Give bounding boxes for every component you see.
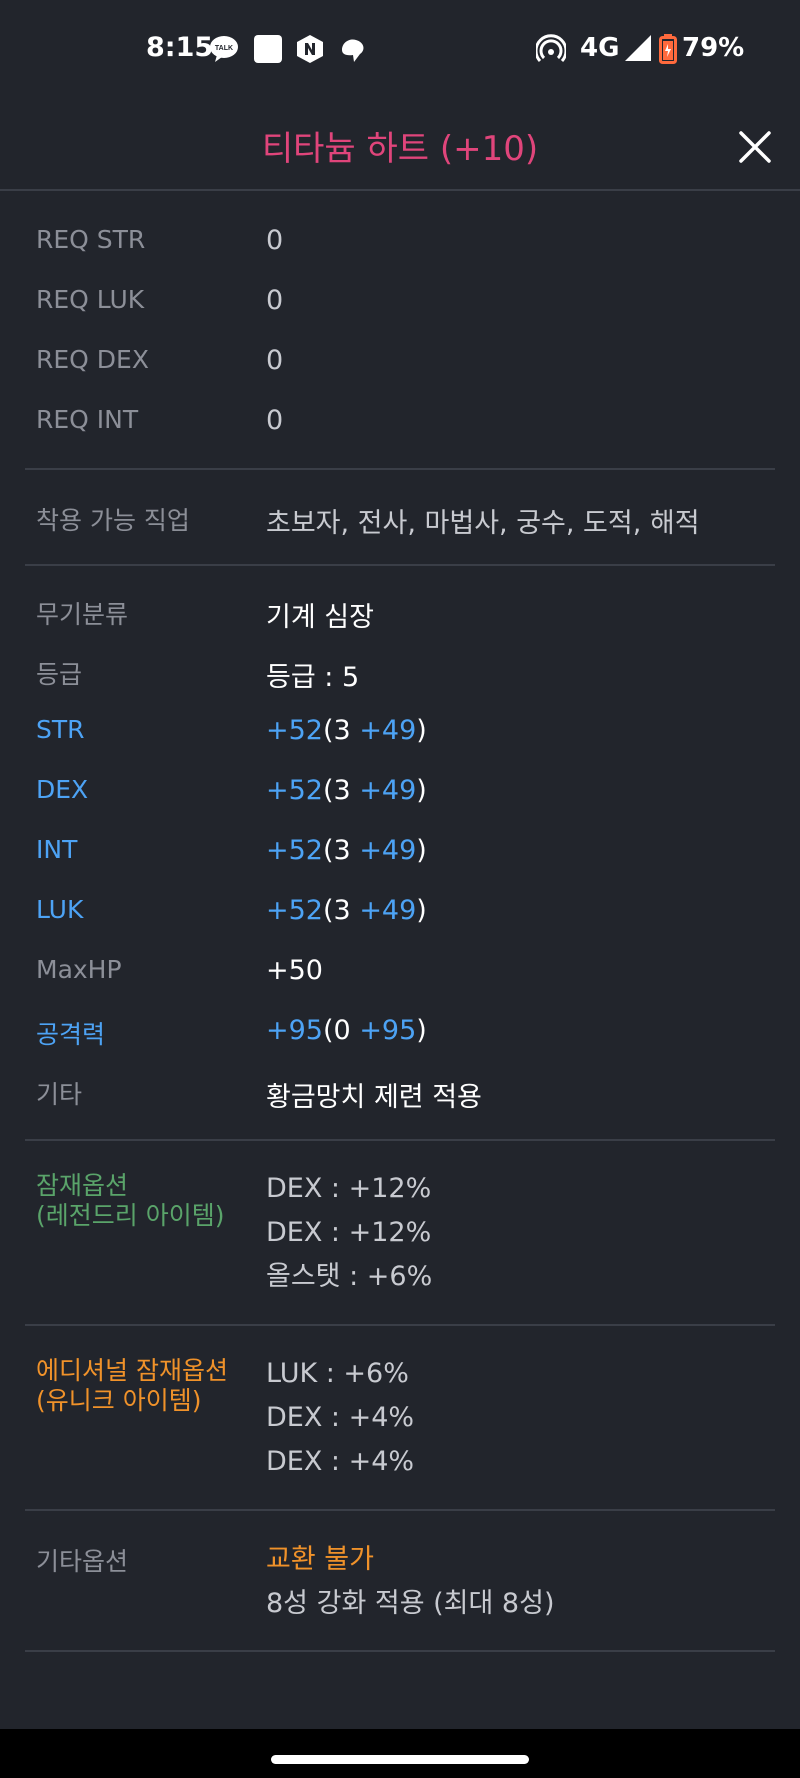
etc-label: 기타 [36,1080,83,1109]
potential-label: 잠재옵션 (레전드리 아이템) [36,1171,225,1230]
divider [25,468,775,470]
divider [25,564,775,566]
stat-label: INT [36,835,78,864]
additional-line: LUK : +6% [266,1358,409,1389]
talk-icon: TALK [209,34,239,64]
category-label: 무기분류 [36,600,129,629]
naver-icon [295,34,325,64]
divider [25,1324,775,1326]
divider [25,1139,775,1141]
maxhp-label: MaxHP [36,955,122,984]
additional-line: DEX : +4% [266,1402,415,1433]
system-nav-bar [0,1729,800,1778]
stat-value: +52(3 +49) [266,895,427,926]
req-value: 0 [266,285,284,316]
home-gesture-handle[interactable] [271,1755,529,1764]
jobs-label: 착용 가능 직업 [36,506,190,535]
other-options-values: 교환 불가 8성 강화 적용 (최대 8성) [266,1538,554,1626]
req-value: 0 [266,345,284,376]
network-type: 4G [580,33,620,63]
star-force: 8성 강화 적용 (최대 8성) [266,1588,555,1619]
etc-value: 황금망치 제련 적용 [266,1082,482,1113]
req-value: 0 [266,405,284,436]
signal-icon [624,34,654,64]
trade-status: 교환 불가 [266,1544,374,1575]
req-label: REQ DEX [36,345,149,374]
additional-line: DEX : +4% [266,1446,415,1477]
potential-line: DEX : +12% [266,1173,432,1204]
divider [25,1509,775,1511]
divider [25,1650,775,1652]
item-detail-scroll[interactable]: REQ STR 0 REQ LUK 0 REQ DEX 0 REQ INT 0 … [0,191,800,1729]
additional-label: 에디셔널 잠재옵션 (유니크 아이템) [36,1356,228,1415]
stat-value: +52(3 +49) [266,835,427,866]
stat-value: +52(3 +49) [266,775,427,806]
hotspot-icon [534,34,568,64]
req-label: REQ INT [36,405,139,434]
cloud-app-icon [338,34,368,64]
close-button[interactable] [728,120,782,174]
stat-label: LUK [36,895,84,924]
stat-label: DEX [36,775,89,804]
item-header: 티타늄 하트 (+10) [0,95,800,191]
potential-line: DEX : +12% [266,1217,432,1248]
item-title: 티타늄 하트 (+10) [261,129,539,169]
jobs-value: 초보자, 전사, 마법사, 궁수, 도적, 해적 [266,508,700,539]
attack-label: 공격력 [36,1020,106,1049]
square-app-icon [253,34,283,64]
category-value: 기계 심장 [266,602,374,633]
grade-value: 등급 : 5 [266,662,360,693]
additional-values: LUK : +6% DEX : +4% DEX : +4% [266,1352,414,1484]
other-options-label: 기타옵션 [36,1547,129,1576]
status-bar: 8:15 TALK 4G 79% [0,0,800,95]
svg-text:TALK: TALK [215,45,233,52]
stat-label: STR [36,715,85,744]
maxhp-value: +50 [266,955,323,986]
battery-percent: 79% [682,33,745,63]
stat-value: +52(3 +49) [266,715,427,746]
req-label: REQ STR [36,225,146,254]
status-time: 8:15 [146,32,214,63]
req-label: REQ LUK [36,285,145,314]
potential-values: DEX : +12% DEX : +12% 올스탯 : +6% [266,1167,432,1299]
close-icon [739,131,771,163]
attack-value: +95(0 +95) [266,1015,427,1046]
battery-icon [659,34,677,64]
grade-label: 등급 [36,660,83,689]
potential-line: 올스탯 : +6% [266,1261,433,1292]
req-value: 0 [266,225,284,256]
